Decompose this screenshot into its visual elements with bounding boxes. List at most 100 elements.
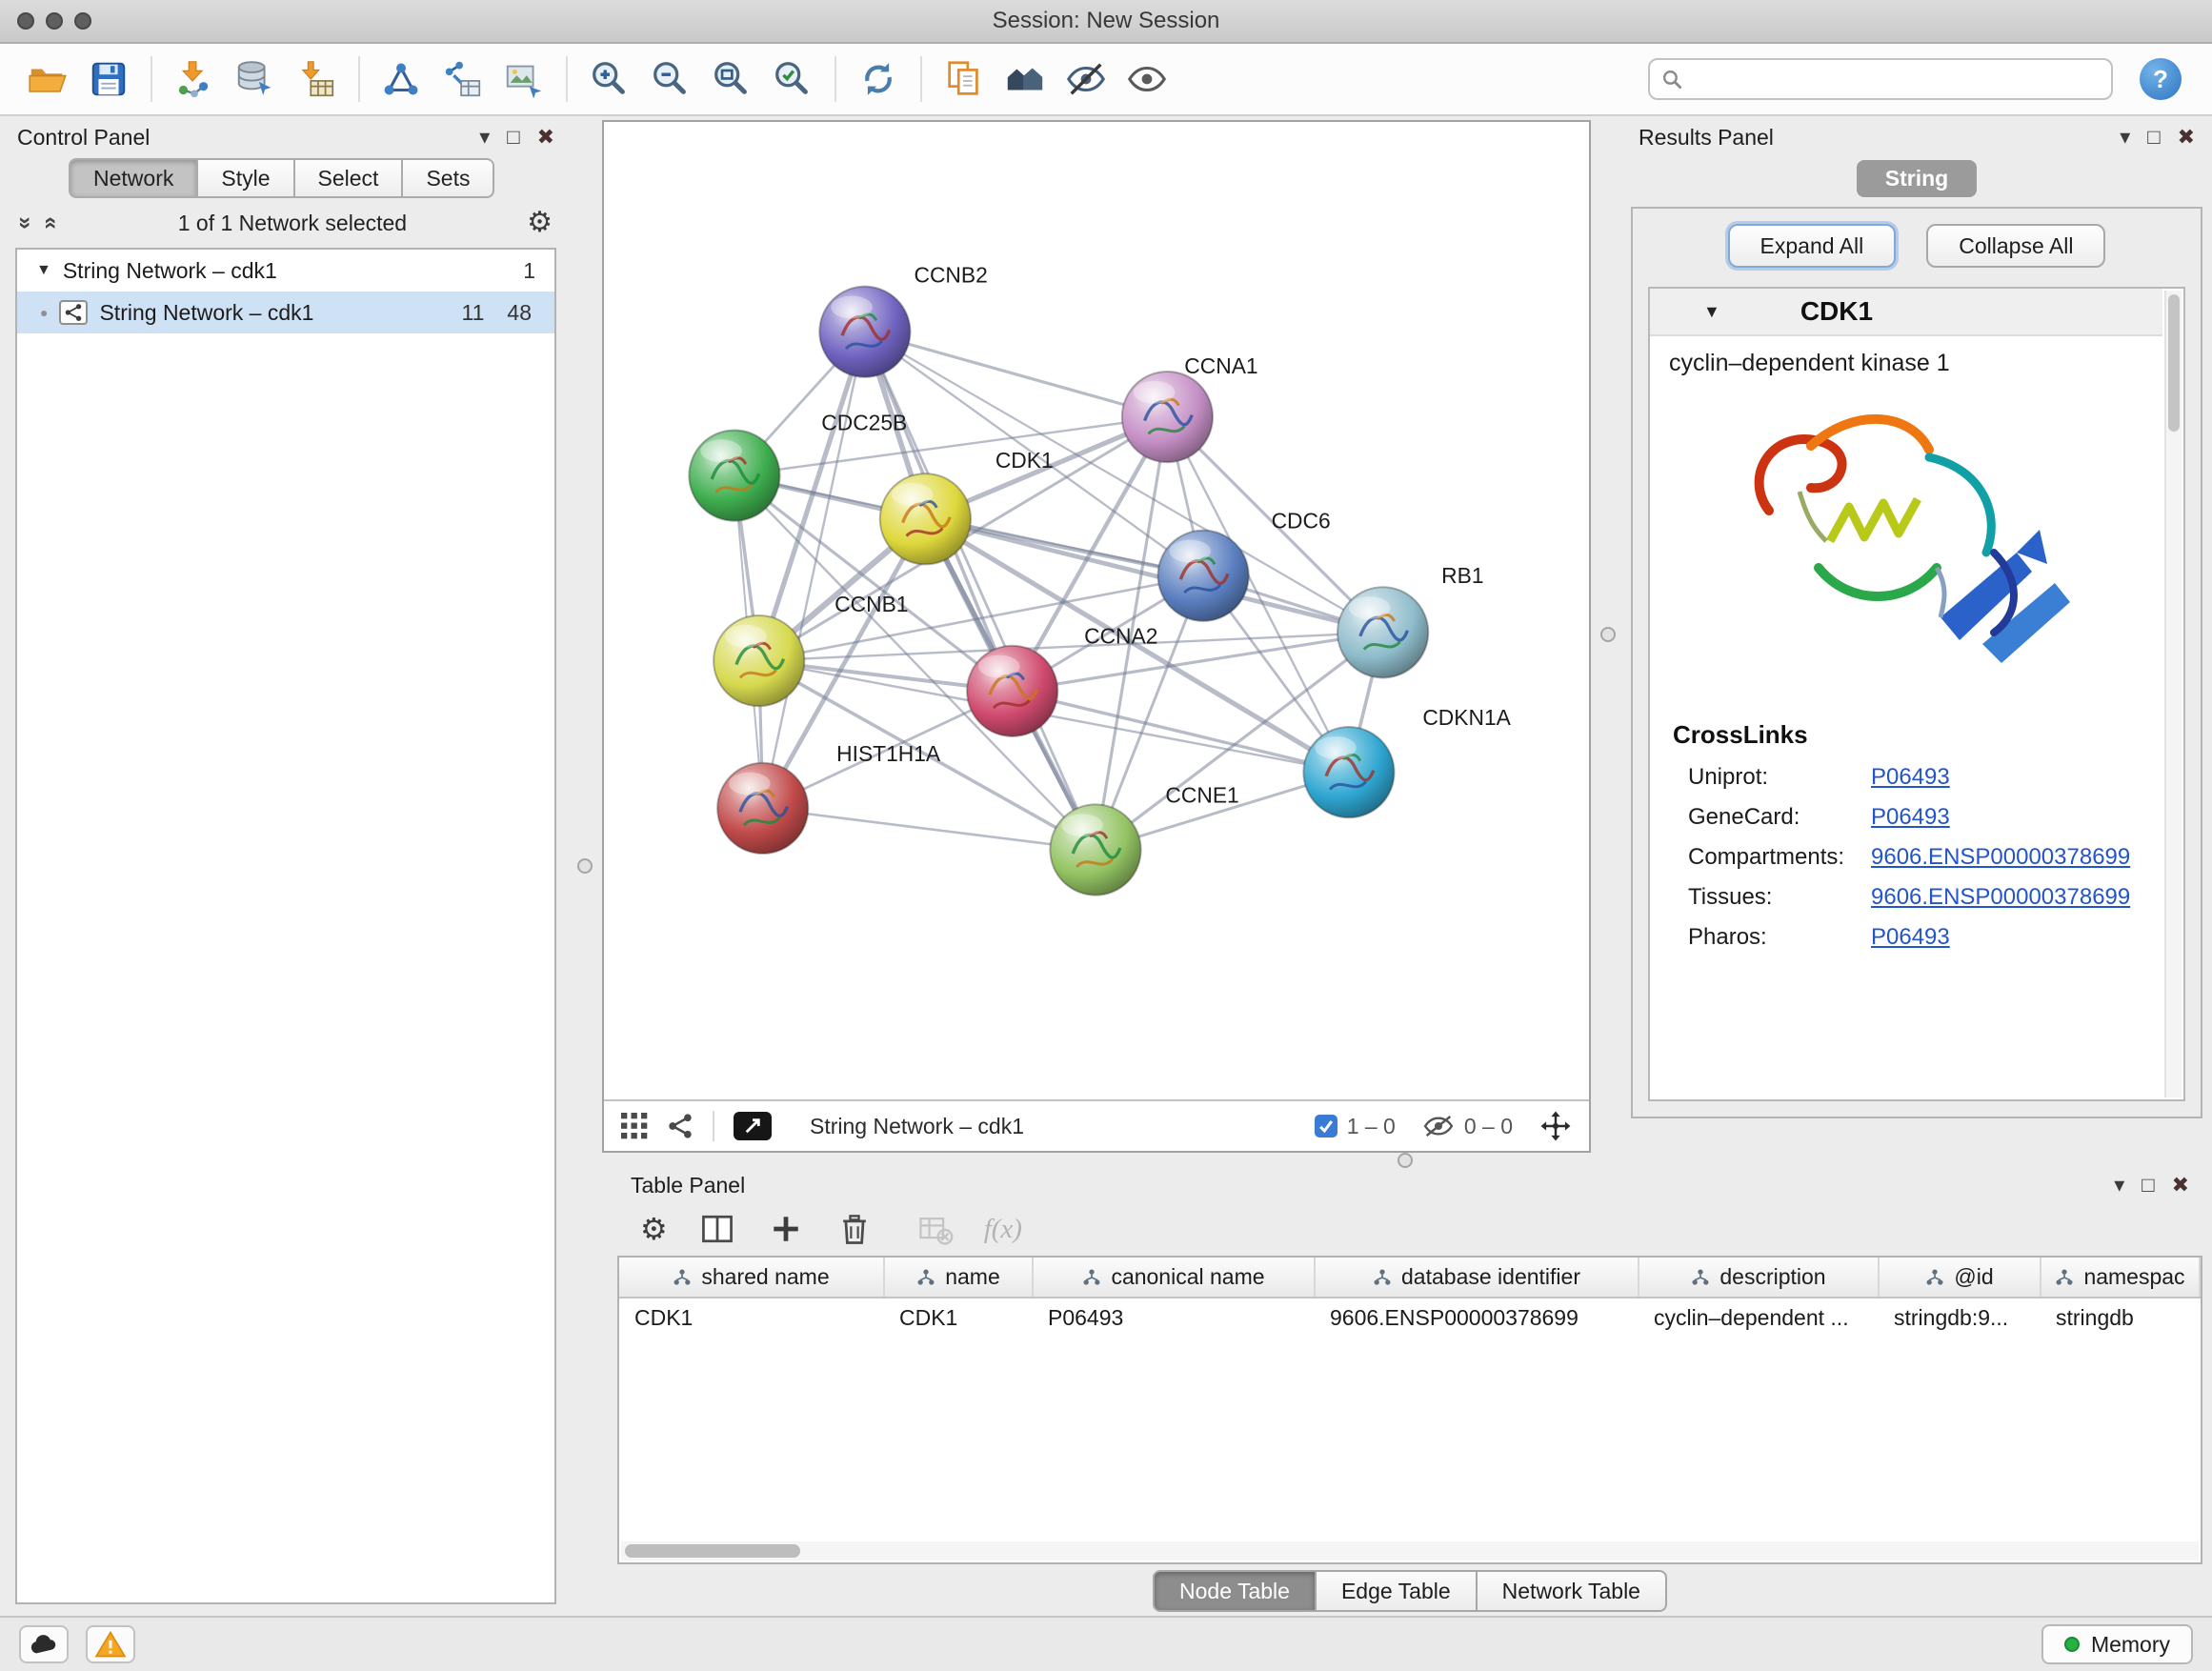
import-network-file-button[interactable] <box>166 50 223 108</box>
zoom-out-button[interactable] <box>642 50 699 108</box>
collapse-all-icon[interactable]: » <box>14 216 37 229</box>
table-options-gear-icon[interactable]: ⚙ <box>640 1214 668 1244</box>
network-node-ccnb1[interactable] <box>714 615 804 706</box>
panel-menu-icon[interactable]: ▾ <box>2114 1175 2124 1196</box>
selected-checkbox-icon[interactable] <box>1315 1115 1337 1137</box>
pan-crosshair-icon[interactable] <box>1539 1110 1572 1142</box>
clone-network-button[interactable] <box>935 50 993 108</box>
cell-description[interactable]: cyclin–dependent ... <box>1639 1298 1879 1338</box>
fit-content-button[interactable] <box>734 1112 772 1140</box>
string-results-tab[interactable]: String <box>1857 160 1977 197</box>
tissues-link[interactable]: 9606.ENSP00000378699 <box>1871 877 2130 917</box>
network-canvas[interactable]: CCNB2CCNA1CDC25BCDK1CDC6RB1CCNB1CCNA2CDK… <box>604 122 1589 1099</box>
panel-float-icon[interactable]: □ <box>2142 1175 2154 1196</box>
cloud-status-button[interactable] <box>19 1625 69 1663</box>
table-panel-splitter[interactable] <box>602 1153 2208 1168</box>
network-node-hist1h1a[interactable] <box>717 763 808 854</box>
tab-style[interactable]: Style <box>198 158 294 198</box>
panel-close-icon[interactable]: ✖ <box>2178 127 2195 148</box>
new-network-table-button[interactable] <box>434 50 492 108</box>
new-network-selection-button[interactable] <box>373 50 431 108</box>
show-columns-button[interactable] <box>698 1210 736 1248</box>
panel-float-icon[interactable]: □ <box>507 127 519 148</box>
table-horizontal-scrollbar[interactable] <box>621 1541 2199 1560</box>
panel-close-icon[interactable]: ✖ <box>2172 1175 2189 1196</box>
compartments-link[interactable]: 9606.ENSP00000378699 <box>1871 837 2130 877</box>
column-header-shared-name[interactable]: shared name <box>619 1258 884 1298</box>
search-field[interactable] <box>1648 58 2113 100</box>
create-column-button[interactable] <box>767 1210 805 1248</box>
close-window-button[interactable] <box>17 12 34 30</box>
column-header-database-identifier[interactable]: database identifier <box>1315 1258 1639 1298</box>
expand-all-button[interactable]: Expand All <box>1728 224 1897 268</box>
control-panel-splitter[interactable] <box>568 116 602 1616</box>
network-options-gear-icon[interactable]: ⚙ <box>527 209 553 237</box>
tab-network[interactable]: Network <box>69 158 198 198</box>
network-node-ccne1[interactable] <box>1050 804 1140 895</box>
column-header-name[interactable]: name <box>884 1258 1033 1298</box>
zoom-fit-button[interactable] <box>703 50 760 108</box>
network-node-cdc25b[interactable] <box>689 430 779 520</box>
network-collection-row[interactable]: ▼ String Network – cdk1 1 <box>17 250 554 292</box>
zoom-selected-button[interactable] <box>764 50 821 108</box>
network-node-cdkn1a[interactable] <box>1303 727 1394 817</box>
warnings-button[interactable] <box>86 1625 135 1663</box>
open-file-button[interactable] <box>19 50 76 108</box>
genecard-link[interactable]: P06493 <box>1871 797 1950 837</box>
panel-menu-icon[interactable]: ▾ <box>2120 127 2130 148</box>
network-row-selected[interactable]: ● String Network – cdk1 11 48 <box>17 292 554 333</box>
pharos-link[interactable]: P06493 <box>1871 917 1950 957</box>
network-node-ccna1[interactable] <box>1122 372 1213 462</box>
panel-menu-icon[interactable]: ▾ <box>479 127 490 148</box>
grid-icon[interactable] <box>621 1113 648 1139</box>
share-network-icon[interactable] <box>667 1113 694 1139</box>
tab-network-table[interactable]: Network Table <box>1478 1570 1667 1612</box>
panel-close-icon[interactable]: ✖ <box>537 127 554 148</box>
network-node-ccna2[interactable] <box>967 646 1057 736</box>
column-header-canonical-name[interactable]: canonical name <box>1033 1258 1315 1298</box>
import-network-database-button[interactable] <box>227 50 284 108</box>
tab-select[interactable]: Select <box>295 158 404 198</box>
panel-float-icon[interactable]: □ <box>2147 127 2160 148</box>
column-header-description[interactable]: description <box>1639 1258 1879 1298</box>
tree-expander-icon[interactable]: ▼ <box>36 262 51 279</box>
cell-namespace[interactable]: stringdb <box>2041 1298 2200 1338</box>
uniprot-link[interactable]: P06493 <box>1871 757 1950 797</box>
cell-canonical-name[interactable]: P06493 <box>1033 1298 1315 1338</box>
table-row[interactable]: CDK1 CDK1 P06493 9606.ENSP00000378699 cy… <box>619 1298 2200 1338</box>
cell-database-identifier[interactable]: 9606.ENSP00000378699 <box>1315 1298 1639 1338</box>
zoom-in-button[interactable] <box>581 50 638 108</box>
network-node-rb1[interactable] <box>1337 587 1428 677</box>
diagonal-arrow-icon <box>742 1116 763 1137</box>
column-header-id[interactable]: @id <box>1879 1258 2041 1298</box>
cell-name[interactable]: CDK1 <box>884 1298 1033 1338</box>
import-table-button[interactable] <box>288 50 345 108</box>
cell-id[interactable]: stringdb:9... <box>1879 1298 2041 1338</box>
gene-expander-icon[interactable]: ▼ <box>1703 302 1720 322</box>
tab-edge-table[interactable]: Edge Table <box>1317 1570 1478 1612</box>
minimize-window-button[interactable] <box>46 12 63 30</box>
expand-all-icon[interactable]: « <box>40 216 63 229</box>
results-scrollbar[interactable] <box>2164 291 2182 1097</box>
tab-node-table[interactable]: Node Table <box>1153 1570 1317 1612</box>
column-header-namespace[interactable]: namespac <box>2041 1258 2200 1298</box>
help-button[interactable]: ? <box>2140 58 2182 100</box>
refresh-layout-button[interactable] <box>850 50 907 108</box>
hide-selected-button[interactable] <box>1057 50 1115 108</box>
network-node-ccnb2[interactable] <box>819 287 910 377</box>
gene-header[interactable]: ▼ CDK1 <box>1650 289 2162 336</box>
delete-column-button[interactable] <box>835 1210 874 1248</box>
tab-sets[interactable]: Sets <box>403 158 494 198</box>
results-panel-splitter[interactable] <box>1591 116 1625 1153</box>
network-node-cdk1[interactable] <box>880 473 971 564</box>
zoom-window-button[interactable] <box>74 12 91 30</box>
show-all-button[interactable] <box>1118 50 1176 108</box>
search-input[interactable] <box>1692 67 2100 91</box>
export-image-button[interactable] <box>495 50 553 108</box>
home-view-button[interactable] <box>996 50 1054 108</box>
save-session-button[interactable] <box>80 50 137 108</box>
network-node-cdc6[interactable] <box>1157 531 1248 621</box>
collapse-all-button[interactable]: Collapse All <box>1926 224 2105 268</box>
memory-button[interactable]: Memory <box>2041 1624 2193 1664</box>
cell-shared-name[interactable]: CDK1 <box>619 1298 884 1338</box>
